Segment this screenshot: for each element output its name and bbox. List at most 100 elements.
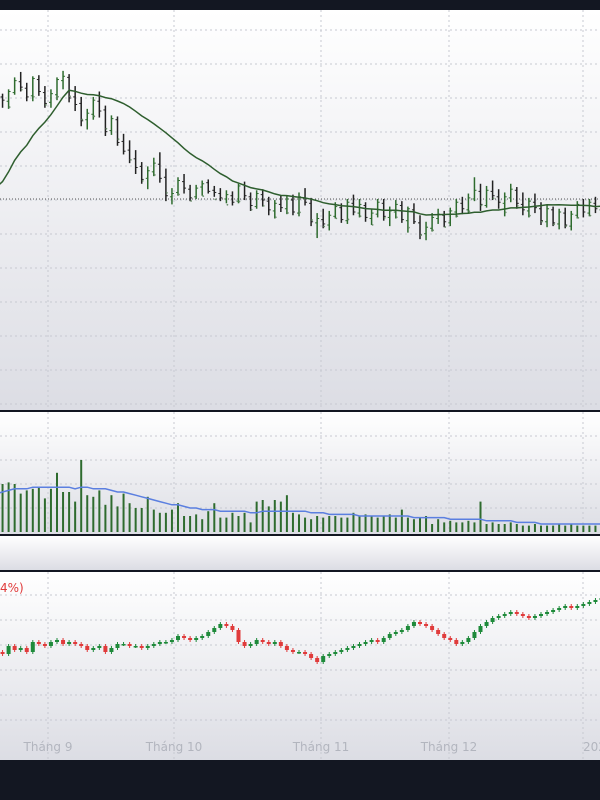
trail-dot <box>383 216 386 219</box>
candle-body <box>363 642 368 644</box>
candle-body <box>357 644 362 646</box>
candle-body <box>496 616 501 618</box>
candle-body <box>6 646 11 654</box>
candle-body <box>115 644 120 648</box>
x-label-dec: Tháng 12 <box>420 740 478 754</box>
trail-dot <box>408 226 410 229</box>
comparison-pane <box>0 572 600 760</box>
candle-body <box>411 622 416 626</box>
candle-body <box>436 630 441 634</box>
candle-body <box>424 624 429 626</box>
candle-body <box>109 648 114 652</box>
candle-body <box>182 636 187 638</box>
trail-dot <box>226 203 229 206</box>
trail-dot <box>347 218 350 221</box>
chart-canvas: 4%) Tháng 9 Tháng 10 Tháng 11 Tháng 12 2… <box>0 10 600 760</box>
trail-dot <box>541 220 543 223</box>
trail-dot <box>32 95 35 98</box>
trail-dot <box>480 204 483 207</box>
trail-dot <box>395 216 398 219</box>
candle-body <box>581 604 586 606</box>
candle-body <box>85 646 90 650</box>
trail-dot <box>287 212 289 214</box>
candle-body <box>345 648 350 650</box>
candle-body <box>375 640 380 642</box>
trail-dot <box>299 211 301 214</box>
candle-body <box>520 614 525 616</box>
candle-body <box>67 642 72 644</box>
candle-body <box>272 642 277 644</box>
candle-body <box>309 654 314 658</box>
candle-body <box>169 640 174 642</box>
candle-body <box>460 642 465 644</box>
candle-body <box>127 644 132 646</box>
trail-dot <box>20 88 23 91</box>
candle-body <box>484 622 489 626</box>
trail-dot <box>311 219 313 221</box>
x-label-sep: Tháng 9 <box>23 740 73 754</box>
candle-body <box>145 646 150 648</box>
candle-body <box>97 646 102 648</box>
candle-body <box>448 638 453 640</box>
candle-body <box>532 616 537 618</box>
candle-body <box>254 640 259 644</box>
trail-dot <box>504 211 507 214</box>
candle-body <box>297 652 301 654</box>
candle-body <box>206 632 211 636</box>
candle-body <box>36 642 41 644</box>
candle-body <box>290 650 295 652</box>
trail-dot <box>577 216 580 219</box>
trail-dot <box>8 106 11 108</box>
candle-body <box>466 638 471 642</box>
trail-dot <box>93 115 96 118</box>
candle-body <box>551 610 556 612</box>
trail-dot <box>190 200 193 202</box>
trail-dot <box>274 216 277 219</box>
candle-body <box>418 622 422 624</box>
trail-dot <box>178 193 180 196</box>
candle-body <box>121 644 126 646</box>
candle-body <box>48 642 53 646</box>
candle-body <box>387 634 392 638</box>
candle-body <box>278 642 283 646</box>
candle-body <box>303 652 308 654</box>
trail-dot <box>105 127 108 130</box>
candle-body <box>188 638 193 640</box>
trail-dot <box>153 174 156 176</box>
trail-dot <box>432 229 434 232</box>
trail-dot <box>166 191 168 194</box>
trail-dot <box>323 225 326 228</box>
x-label-next-year: 202 <box>583 740 600 754</box>
candle-body <box>478 626 483 632</box>
candle-body <box>12 646 17 650</box>
candle-body <box>430 626 435 630</box>
trail-dot <box>117 138 120 141</box>
candle-body <box>381 638 386 642</box>
candle-body <box>248 644 253 646</box>
trail-dot <box>214 198 217 201</box>
candle-body <box>569 606 574 608</box>
candle-body <box>139 646 144 648</box>
candle-body <box>339 650 344 652</box>
candle-body <box>194 638 199 640</box>
candle-body <box>575 606 580 608</box>
candle-body <box>442 634 447 638</box>
trail-dot <box>45 104 47 106</box>
candle-body <box>176 636 180 640</box>
candle-body <box>242 642 247 646</box>
candle-body <box>55 640 59 642</box>
candle-body <box>539 614 543 616</box>
trail-dot <box>250 208 253 211</box>
candle-body <box>0 652 5 654</box>
trail-dot <box>69 95 71 98</box>
candle-body <box>200 636 205 638</box>
trail-dot <box>420 234 422 237</box>
comparison-label: 4%) <box>0 581 24 595</box>
candle-body <box>133 646 138 648</box>
candle-body <box>230 626 235 630</box>
candle-body <box>236 630 241 642</box>
trail-dot <box>492 197 495 200</box>
candle-body <box>502 614 507 616</box>
trail-dot <box>516 204 519 207</box>
candle-body <box>557 608 562 610</box>
